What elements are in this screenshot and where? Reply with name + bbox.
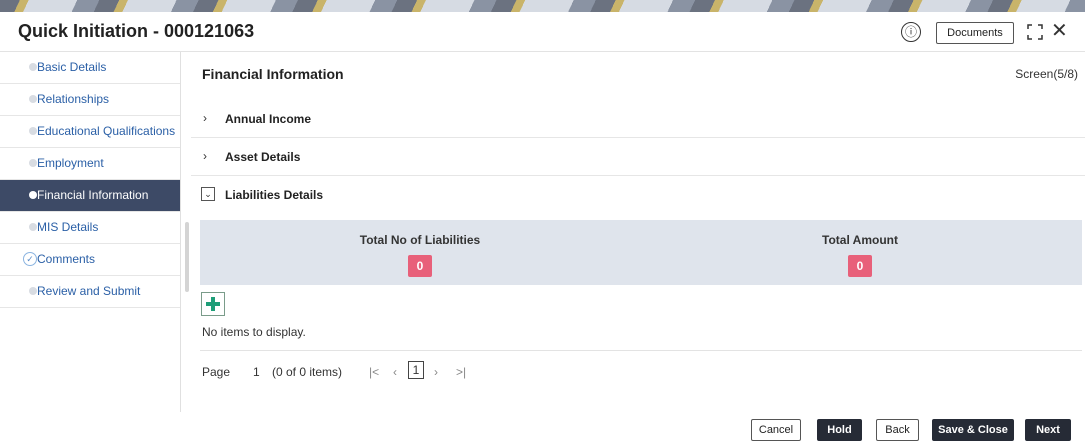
accordion-label: Annual Income (225, 112, 312, 126)
accordion-annual-income[interactable]: › Annual Income (191, 100, 1085, 138)
total-count-badge: 0 (408, 255, 432, 277)
expand-icon[interactable] (1027, 24, 1043, 40)
save-close-button[interactable]: Save & Close (932, 419, 1014, 441)
total-liabilities-count: Total No of Liabilities 0 (340, 233, 500, 277)
total-amount-label: Total Amount (822, 233, 898, 247)
sidebar-item-review-and-submit[interactable]: Review and Submit (0, 276, 180, 308)
sidebar-item-employment[interactable]: Employment (0, 148, 180, 180)
total-amount-badge: 0 (848, 255, 872, 277)
sidebar-item-mis-details[interactable]: MIS Details (0, 212, 180, 244)
sidebar-item-label: Financial Information (37, 188, 149, 202)
cancel-button[interactable]: Cancel (751, 419, 801, 441)
current-page-box[interactable]: 1 (408, 361, 424, 379)
hold-button[interactable]: Hold (817, 419, 862, 441)
first-page-icon[interactable]: |< (369, 365, 379, 379)
last-page-icon[interactable]: >| (456, 365, 466, 379)
page-title: Quick Initiation - 000121063 (18, 21, 255, 41)
accordion-label: Liabilities Details (225, 188, 324, 202)
step-dot-icon (29, 223, 37, 231)
chevron-right-icon: › (203, 111, 207, 125)
main-panel: Financial Information Screen(5/8) › Annu… (191, 52, 1085, 412)
step-dot-icon (29, 191, 37, 199)
check-circle-icon: ✓ (23, 252, 37, 266)
sidebar-item-label: MIS Details (37, 220, 99, 234)
sidebar-item-label: Basic Details (37, 60, 107, 74)
step-dot-icon (29, 127, 37, 135)
total-liabilities-amount: Total Amount 0 (780, 233, 940, 277)
sidebar-item-comments[interactable]: ✓ Comments (0, 244, 180, 276)
liabilities-summary: Total No of Liabilities 0 Total Amount 0 (200, 220, 1082, 285)
accordion-liabilities-details[interactable]: ⌄ Liabilities Details (191, 176, 1085, 214)
step-dot-icon (29, 159, 37, 167)
next-page-icon[interactable]: › (434, 365, 438, 379)
page-number: 1 (253, 365, 260, 379)
info-icon[interactable]: ⓘ (901, 22, 921, 42)
step-dot-icon (29, 95, 37, 103)
sidebar-item-relationships[interactable]: Relationships (0, 84, 180, 116)
chevron-right-icon: › (203, 149, 207, 163)
prev-page-icon[interactable]: ‹ (393, 365, 397, 379)
documents-button[interactable]: Documents (936, 22, 1014, 44)
close-icon[interactable]: ✕ (1051, 20, 1068, 42)
accordion-label: Asset Details (225, 150, 301, 164)
sidebar-item-educational-qualifications[interactable]: Educational Qualifications (0, 116, 180, 148)
window-header: Quick Initiation - 000121063 ⓘ Documents… (0, 12, 1085, 52)
sidebar-item-label: Comments (37, 252, 96, 266)
step-dot-icon (29, 287, 37, 295)
sidebar-item-label: Educational Qualifications (37, 124, 176, 138)
sidebar-item-basic-details[interactable]: Basic Details (0, 52, 180, 84)
section-title: Financial Information (202, 66, 344, 82)
items-info: (0 of 0 items) (272, 365, 343, 379)
page-label: Page (202, 365, 231, 379)
total-count-label: Total No of Liabilities (359, 233, 481, 247)
sidebar-item-label: Review and Submit (37, 284, 141, 298)
footer-bar: Cancel Hold Back Save & Close Next (0, 412, 1085, 441)
chevron-down-icon: ⌄ (201, 187, 215, 201)
sidebar-item-label: Employment (37, 156, 104, 170)
screen-indicator: Screen(5/8) (1015, 67, 1078, 81)
back-button[interactable]: Back (876, 419, 919, 441)
step-dot-icon (29, 63, 37, 71)
next-button[interactable]: Next (1025, 419, 1071, 441)
sidebar-item-label: Relationships (37, 92, 110, 106)
sidebar-item-financial-information[interactable]: Financial Information (0, 180, 180, 212)
decorative-banner (0, 0, 1085, 12)
divider (200, 350, 1082, 351)
sidebar-scrollbar[interactable] (185, 222, 189, 292)
add-liability-button[interactable] (201, 292, 225, 316)
accordion-asset-details[interactable]: › Asset Details (191, 138, 1085, 176)
sidebar: Basic Details Relationships Educational … (0, 52, 181, 412)
empty-table-message: No items to display. (202, 325, 306, 339)
